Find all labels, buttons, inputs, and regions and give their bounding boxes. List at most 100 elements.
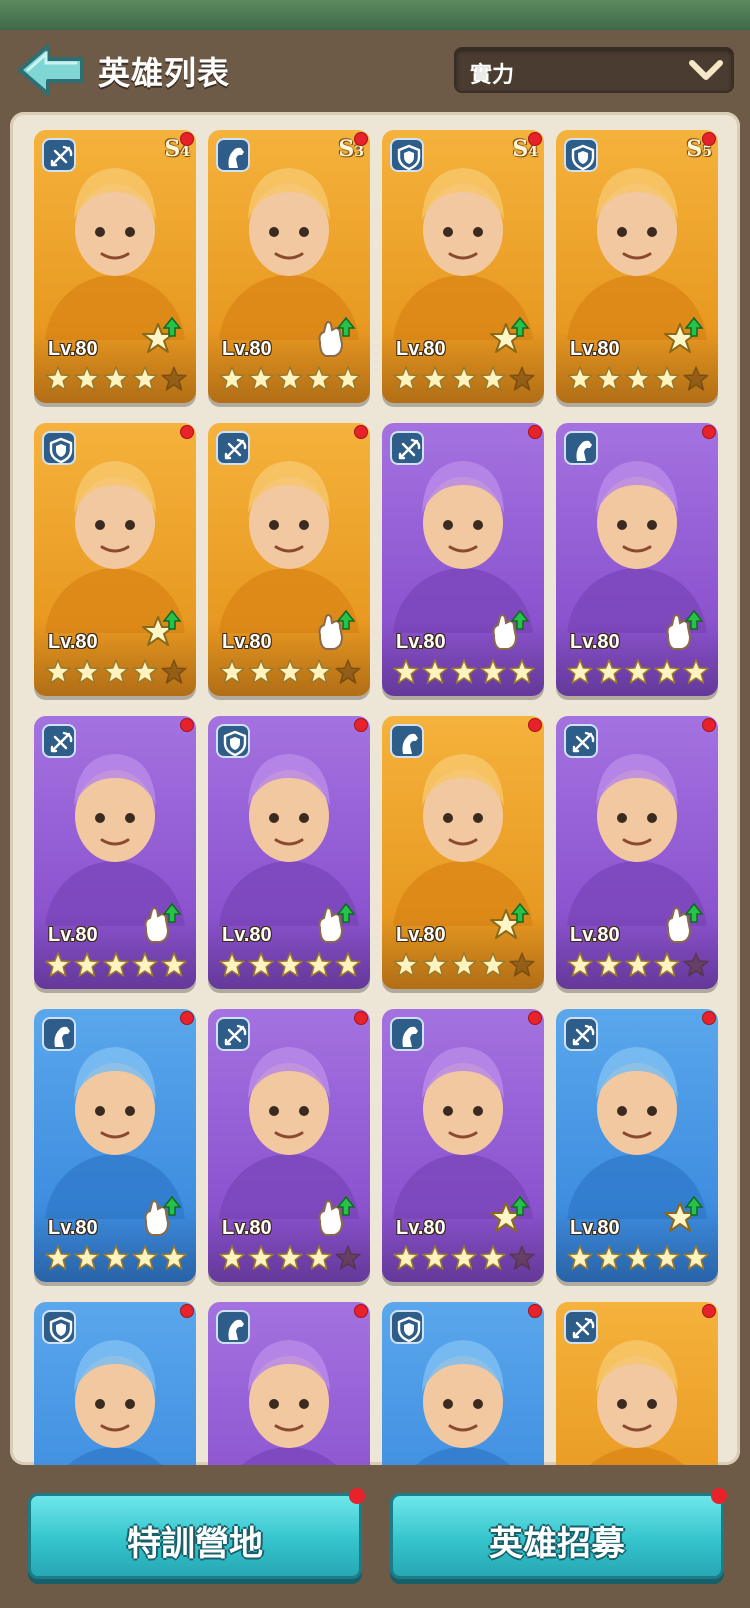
hero-card[interactable] bbox=[382, 1302, 544, 1465]
star-upgrade-icon[interactable] bbox=[486, 902, 532, 948]
star-empty-icon bbox=[509, 366, 535, 391]
horse-class-icon bbox=[216, 1310, 250, 1344]
hero-level: Lv.80 bbox=[396, 924, 446, 946]
rank-level: 5 bbox=[702, 144, 712, 160]
horse-class-icon bbox=[390, 1017, 424, 1051]
star-upgrade-icon[interactable] bbox=[138, 609, 184, 655]
header: 英雄列表 實力 bbox=[0, 30, 750, 110]
hero-card[interactable]: Lv.80 bbox=[208, 1009, 370, 1282]
star-filled-icon bbox=[451, 952, 477, 977]
hero-card[interactable]: Lv.80 bbox=[556, 423, 718, 696]
hero-recruit-button[interactable]: 英雄招募 bbox=[390, 1488, 727, 1579]
glove-upgrade-icon[interactable] bbox=[486, 609, 532, 655]
star-upgrade-icon[interactable] bbox=[486, 316, 532, 362]
star-filled-icon bbox=[393, 1245, 419, 1270]
star-rating bbox=[44, 658, 188, 686]
hero-card[interactable]: Lv.80 bbox=[382, 716, 544, 989]
star-empty-icon bbox=[509, 952, 535, 977]
hero-level: Lv.80 bbox=[48, 1217, 98, 1239]
hero-list-panel[interactable]: S4 Lv.80 S3 Lv.80 S4 Lv.80 S5 Lv.80 Lv.80 Lv.80 Lv… bbox=[10, 112, 740, 1465]
hero-level: Lv.80 bbox=[222, 631, 272, 653]
training-camp-button[interactable]: 特訓營地 bbox=[28, 1488, 365, 1579]
crossbow-class-icon bbox=[564, 1310, 598, 1344]
notification-dot bbox=[711, 1488, 727, 1504]
hero-card[interactable]: S4 Lv.80 bbox=[382, 130, 544, 403]
star-filled-icon bbox=[654, 1245, 680, 1270]
star-filled-icon bbox=[306, 952, 332, 977]
star-filled-icon bbox=[103, 659, 129, 684]
star-filled-icon bbox=[393, 366, 419, 391]
glove-upgrade-icon[interactable] bbox=[312, 316, 358, 362]
hero-level: Lv.80 bbox=[222, 924, 272, 946]
shield-class-icon bbox=[390, 1310, 424, 1344]
star-filled-icon bbox=[306, 366, 332, 391]
star-rating bbox=[44, 365, 188, 393]
star-filled-icon bbox=[45, 659, 71, 684]
star-filled-icon bbox=[45, 366, 71, 391]
star-filled-icon bbox=[480, 1245, 506, 1270]
star-filled-icon bbox=[625, 1245, 651, 1270]
sort-dropdown[interactable]: 實力 bbox=[454, 47, 734, 93]
notification-dot bbox=[180, 1304, 194, 1318]
hero-level: Lv.80 bbox=[222, 1217, 272, 1239]
notification-dot bbox=[180, 718, 194, 732]
horse-class-icon bbox=[42, 1017, 76, 1051]
horse-class-icon bbox=[216, 138, 250, 172]
hero-card[interactable]: S4 Lv.80 bbox=[34, 130, 196, 403]
hero-card[interactable]: S5 Lv.80 bbox=[556, 130, 718, 403]
shield-class-icon bbox=[216, 724, 250, 758]
notification-dot bbox=[354, 1011, 368, 1025]
star-filled-icon bbox=[248, 659, 274, 684]
shield-class-icon bbox=[42, 1310, 76, 1344]
hero-card[interactable]: Lv.80 bbox=[34, 423, 196, 696]
notification-dot bbox=[180, 132, 194, 146]
hero-card[interactable]: Lv.80 bbox=[556, 1009, 718, 1282]
hero-card[interactable]: Lv.80 bbox=[34, 1009, 196, 1282]
hero-level: Lv.80 bbox=[222, 338, 272, 360]
star-empty-icon bbox=[335, 659, 361, 684]
notification-dot bbox=[702, 1304, 716, 1318]
star-upgrade-icon[interactable] bbox=[660, 1195, 706, 1241]
hero-level: Lv.80 bbox=[48, 631, 98, 653]
star-filled-icon bbox=[74, 952, 100, 977]
notification-dot bbox=[702, 132, 716, 146]
glove-upgrade-icon[interactable] bbox=[660, 902, 706, 948]
glove-upgrade-icon[interactable] bbox=[312, 1195, 358, 1241]
hero-card[interactable]: Lv.80 bbox=[382, 423, 544, 696]
star-upgrade-icon[interactable] bbox=[138, 316, 184, 362]
notification-dot bbox=[528, 425, 542, 439]
glove-upgrade-icon[interactable] bbox=[312, 902, 358, 948]
star-upgrade-icon[interactable] bbox=[486, 1195, 532, 1241]
star-filled-icon bbox=[45, 952, 71, 977]
glove-upgrade-icon[interactable] bbox=[660, 609, 706, 655]
star-rating bbox=[566, 1244, 710, 1272]
hero-card[interactable]: Lv.80 bbox=[382, 1009, 544, 1282]
glove-upgrade-icon[interactable] bbox=[138, 902, 184, 948]
hero-card[interactable]: Lv.80 bbox=[34, 716, 196, 989]
star-rating bbox=[44, 951, 188, 979]
hero-card[interactable]: S3 Lv.80 bbox=[208, 130, 370, 403]
glove-upgrade-icon[interactable] bbox=[312, 609, 358, 655]
back-button[interactable] bbox=[16, 42, 86, 98]
star-filled-icon bbox=[625, 659, 651, 684]
notification-dot bbox=[354, 132, 368, 146]
hero-card[interactable]: Lv.80 bbox=[208, 716, 370, 989]
hero-card[interactable]: Lv.80 bbox=[556, 716, 718, 989]
hero-card[interactable] bbox=[556, 1302, 718, 1465]
star-rating bbox=[392, 658, 536, 686]
hero-card[interactable]: Lv.80 bbox=[208, 423, 370, 696]
hero-grid: S4 Lv.80 S3 Lv.80 S4 Lv.80 S5 Lv.80 Lv.80 Lv.80 Lv… bbox=[34, 130, 718, 1465]
star-filled-icon bbox=[103, 1245, 129, 1270]
star-upgrade-icon[interactable] bbox=[660, 316, 706, 362]
rank-letter: S bbox=[686, 136, 703, 162]
rank-letter: S bbox=[512, 136, 529, 162]
glove-upgrade-icon[interactable] bbox=[138, 1195, 184, 1241]
hero-card[interactable] bbox=[208, 1302, 370, 1465]
star-filled-icon bbox=[567, 366, 593, 391]
star-empty-icon bbox=[509, 1245, 535, 1270]
star-filled-icon bbox=[625, 366, 651, 391]
star-filled-icon bbox=[74, 659, 100, 684]
hero-card[interactable] bbox=[34, 1302, 196, 1465]
star-filled-icon bbox=[132, 952, 158, 977]
star-filled-icon bbox=[103, 952, 129, 977]
